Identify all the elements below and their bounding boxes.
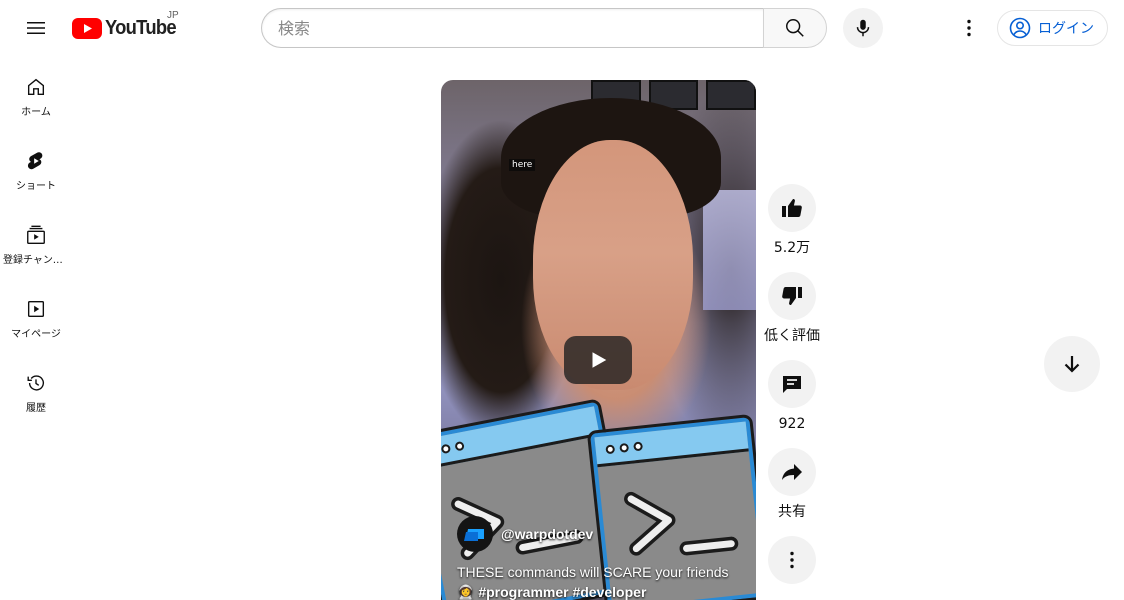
thumbs-down-icon xyxy=(782,287,802,306)
guide-item-label: ホーム xyxy=(21,107,51,118)
menu-icon xyxy=(27,22,45,34)
comments-button[interactable] xyxy=(768,360,816,408)
guide-item-shorts[interactable]: ショート xyxy=(0,130,72,204)
channel-handle[interactable]: @warpdotdev xyxy=(501,526,593,542)
video-caption: here xyxy=(509,159,536,171)
dislike-label: 低く評価 xyxy=(764,328,820,344)
signin-button[interactable]: ログイン xyxy=(997,10,1108,46)
settings-more-button[interactable] xyxy=(949,8,989,48)
like-action: 5.2万 xyxy=(762,184,822,256)
guide-item-history[interactable]: 履歴 xyxy=(0,352,72,426)
guide-item-library[interactable]: マイページ xyxy=(0,278,72,352)
search-box[interactable] xyxy=(261,8,764,48)
more-horiz-icon xyxy=(790,551,794,569)
video-title-text: THESE commands will SCARE your friends xyxy=(457,564,729,580)
guide-item-label: 履歴 xyxy=(26,403,46,414)
title-emoji: 👩‍🚀 xyxy=(457,584,475,600)
play-button[interactable] xyxy=(564,336,632,384)
video-title: THESE commands will SCARE your friends 👩… xyxy=(457,562,747,600)
subscriptions-icon xyxy=(27,225,45,244)
home-icon xyxy=(27,78,45,96)
shorts-actions: 5.2万 低く評価 922 共有 xyxy=(762,184,822,600)
guide-item-home[interactable]: ホーム xyxy=(0,56,72,130)
masthead: YouTube JP ログイン xyxy=(0,0,1124,56)
comments-action: 922 xyxy=(762,360,822,432)
dislike-button[interactable] xyxy=(768,272,816,320)
dislike-action: 低く評価 xyxy=(762,272,822,344)
history-icon xyxy=(27,375,45,391)
share-icon xyxy=(782,464,802,480)
guide-item-subscriptions[interactable]: 登録チャンネル xyxy=(0,204,72,278)
share-label: 共有 xyxy=(778,504,806,520)
mini-guide: ホーム ショート 登録チャンネル マイページ 履歴 xyxy=(0,56,72,426)
guide-item-label: ショート xyxy=(16,181,56,192)
share-action: 共有 xyxy=(762,448,822,520)
warp-logo-icon xyxy=(464,529,484,541)
guide-item-label: 登録チャンネル xyxy=(3,255,69,266)
youtube-logo-icon xyxy=(72,17,102,39)
share-button[interactable] xyxy=(768,448,816,496)
like-button[interactable] xyxy=(768,184,816,232)
youtube-logo[interactable]: YouTube xyxy=(72,13,182,43)
next-short-button[interactable] xyxy=(1044,336,1100,392)
video-hashtags[interactable]: #programmer #developer xyxy=(478,584,646,600)
microphone-icon xyxy=(856,19,870,37)
more-actions-button[interactable] xyxy=(768,536,816,584)
shorts-player[interactable]: here @warpdotdev THESE commands will SCA… xyxy=(441,80,756,600)
search-icon xyxy=(786,19,804,37)
background-shelf xyxy=(703,190,756,310)
more-action xyxy=(762,536,822,584)
arrow-down-icon xyxy=(1064,356,1080,373)
logo-text: YouTube xyxy=(105,16,177,39)
search-input[interactable] xyxy=(278,18,764,38)
library-icon xyxy=(27,300,45,318)
like-count: 5.2万 xyxy=(773,240,811,256)
signin-label: ログイン xyxy=(1038,21,1094,37)
guide-menu-button[interactable] xyxy=(16,8,56,48)
channel-avatar[interactable] xyxy=(457,516,493,552)
voice-search-button[interactable] xyxy=(843,8,883,48)
more-vert-icon xyxy=(967,19,971,37)
logo-region: JP xyxy=(167,10,179,21)
guide-item-label: マイページ xyxy=(11,329,61,340)
play-icon xyxy=(592,352,607,368)
comment-count: 922 xyxy=(778,416,806,432)
account-icon xyxy=(1009,17,1031,39)
channel-info: @warpdotdev xyxy=(457,516,593,552)
comment-icon xyxy=(783,376,801,393)
shorts-icon xyxy=(27,152,43,170)
search-button[interactable] xyxy=(763,8,827,48)
thumbs-up-icon xyxy=(782,198,802,217)
